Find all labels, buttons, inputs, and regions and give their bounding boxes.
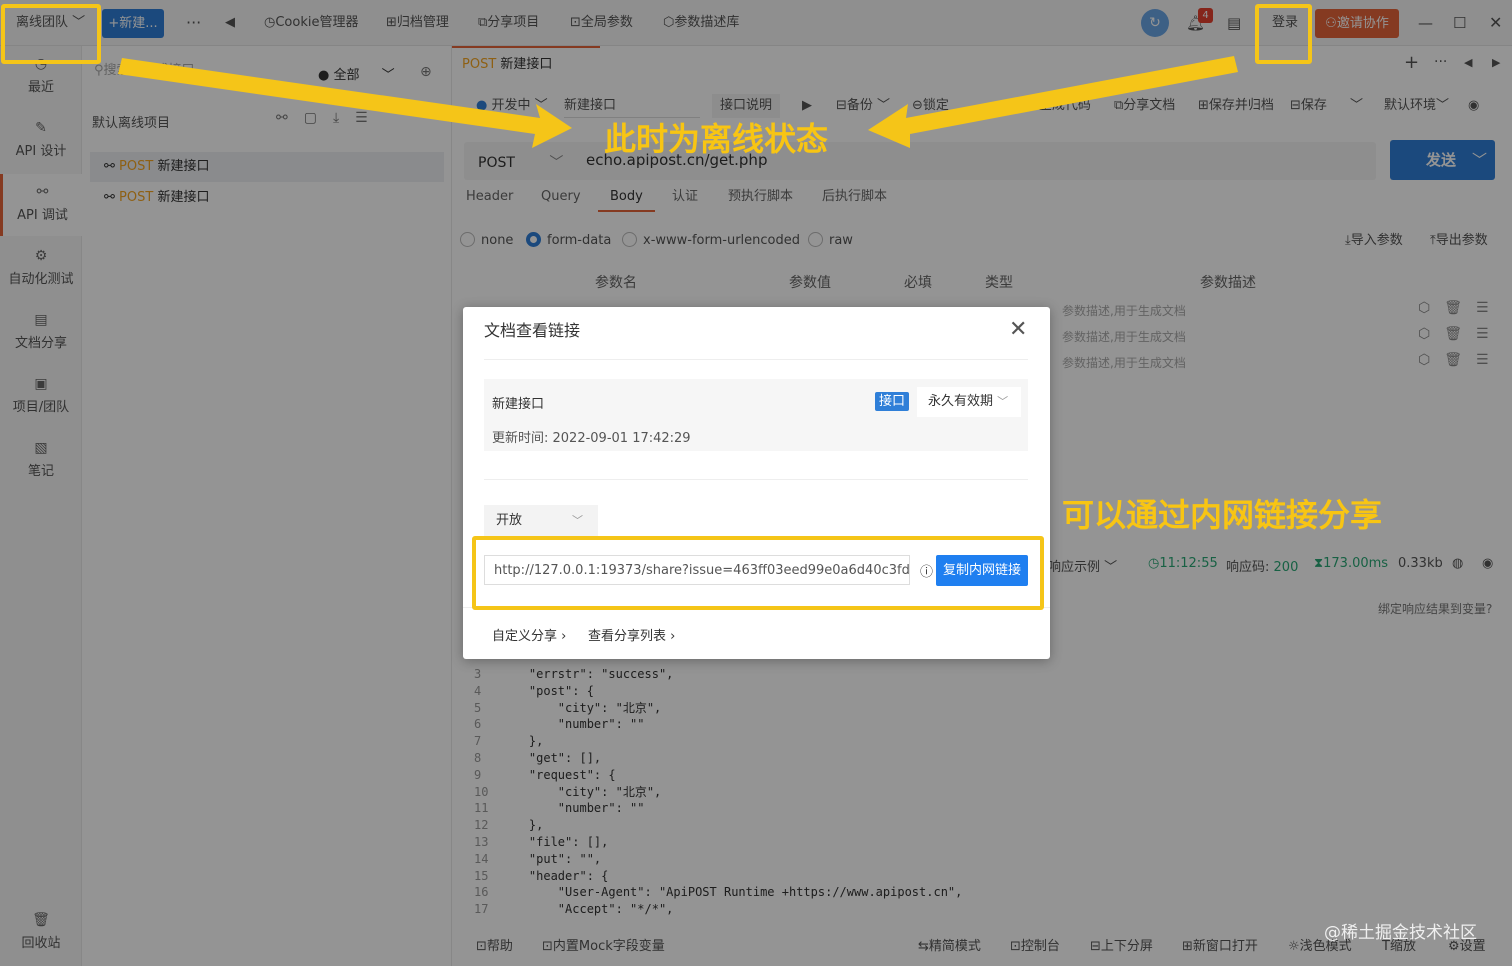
- arrow-left: [118, 58, 572, 148]
- watermark: @稀土掘金技术社区: [1324, 923, 1477, 943]
- arrow-right: [868, 56, 1238, 148]
- offline-annotation: 此时为离线状态: [604, 120, 829, 158]
- share-annotation: 可以通过内网链接分享: [1062, 496, 1383, 534]
